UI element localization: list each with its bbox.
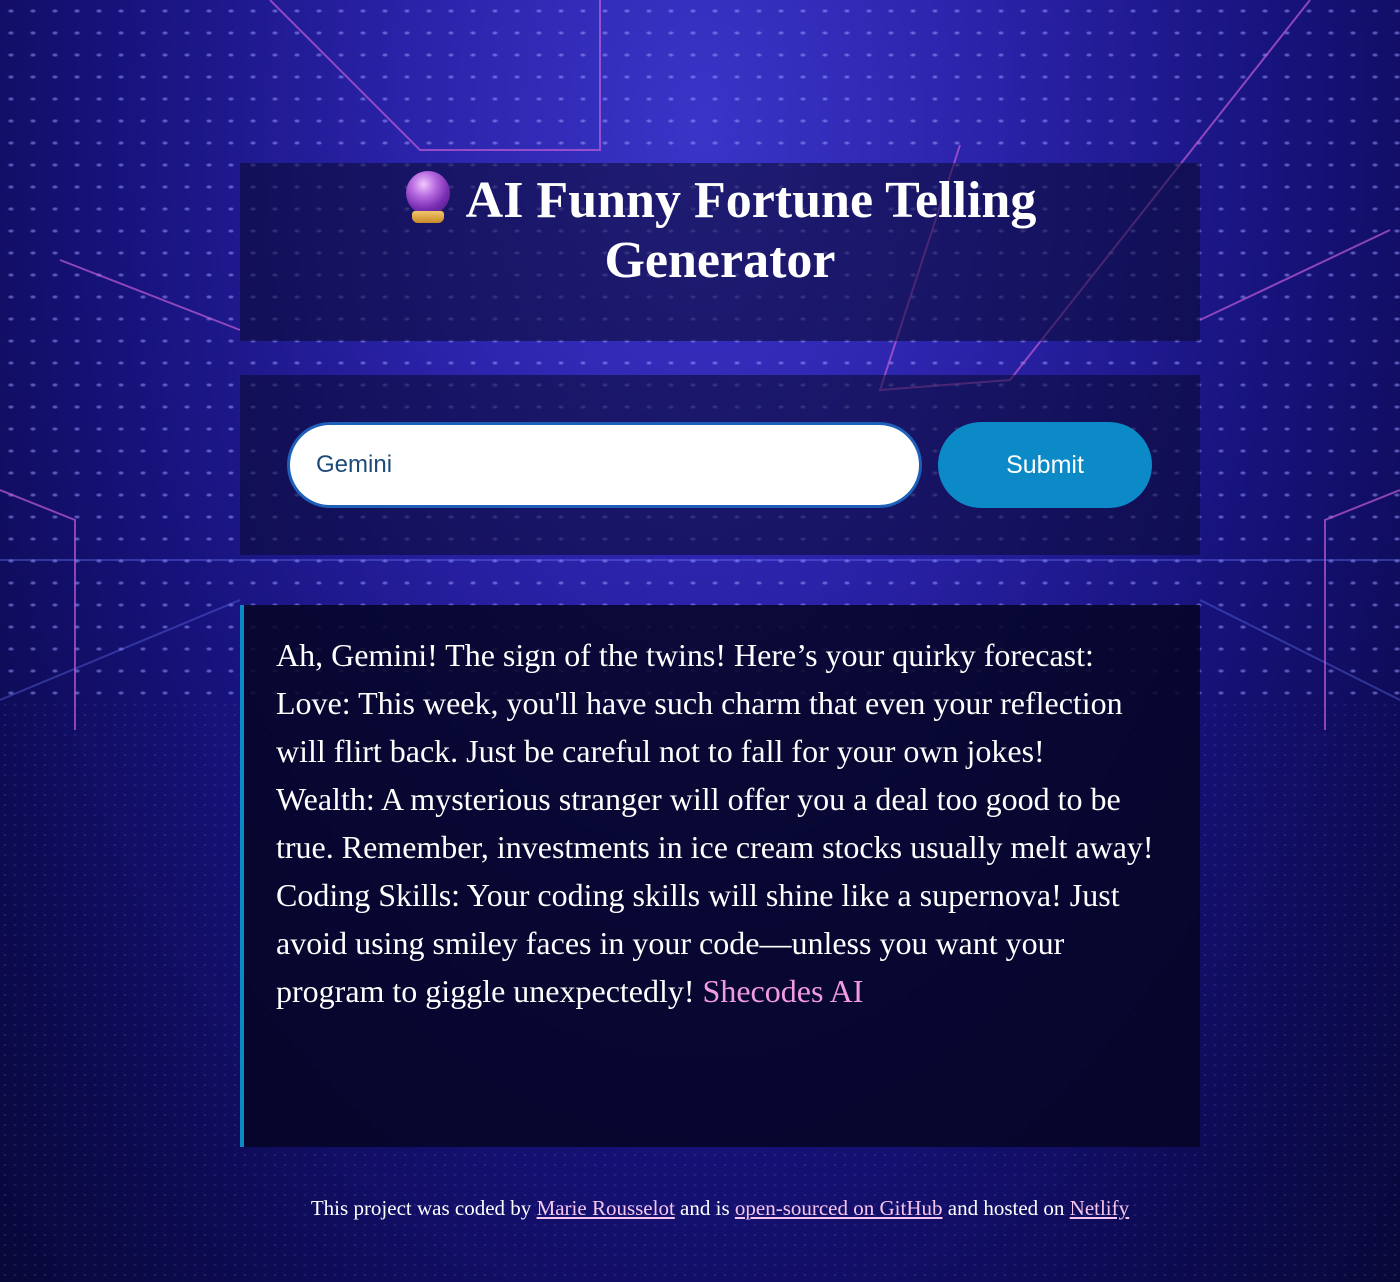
submit-button[interactable]: Submit xyxy=(938,422,1152,508)
github-link[interactable]: open-sourced on GitHub xyxy=(735,1196,943,1220)
answer-line-intro: Ah, Gemini! The sign of the twins! Here’… xyxy=(276,637,1094,673)
footer-text-1: This project was coded by xyxy=(310,1196,532,1220)
crystal-ball-icon xyxy=(404,171,452,225)
answer-line-coding: Coding Skills: Your coding skills will s… xyxy=(276,871,1164,1015)
footer: This project was coded by Marie Rousselo… xyxy=(0,1196,1400,1221)
answer-line-wealth: Wealth: A mysterious stranger will offer… xyxy=(276,781,1154,865)
netlify-link[interactable]: Netlify xyxy=(1070,1196,1129,1220)
fortune-form: Submit xyxy=(240,375,1200,555)
answer-line-love: Love: This week, you'll have such charm … xyxy=(276,685,1123,769)
footer-text-2: and is xyxy=(680,1196,730,1220)
page-title: AI Funny Fortune Telling Generator xyxy=(240,171,1200,291)
fortune-answer: Ah, Gemini! The sign of the twins! Here’… xyxy=(240,605,1200,1147)
ai-signature: Shecodes AI xyxy=(702,973,864,1009)
footer-text-3: and hosted on xyxy=(947,1196,1065,1220)
main-container: AI Funny Fortune Telling Generator Submi… xyxy=(240,163,1200,1147)
answer-line-coding-text: Coding Skills: Your coding skills will s… xyxy=(276,877,1120,1009)
zodiac-input[interactable] xyxy=(287,422,922,508)
page-title-text: AI Funny Fortune Telling Generator xyxy=(465,172,1037,289)
author-link[interactable]: Marie Rousselot xyxy=(537,1196,675,1220)
header: AI Funny Fortune Telling Generator xyxy=(240,163,1200,341)
